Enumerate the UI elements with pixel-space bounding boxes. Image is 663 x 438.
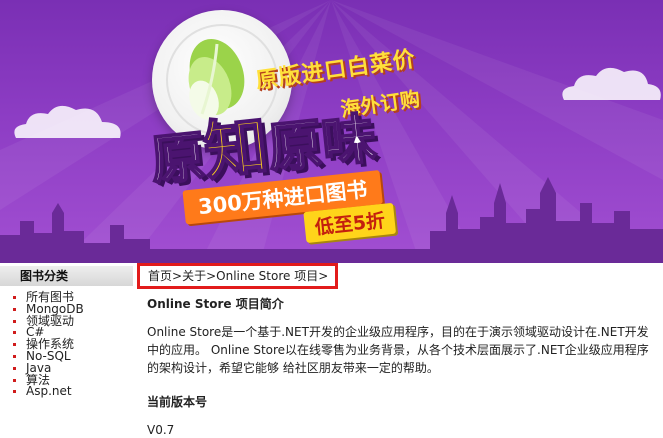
breadcrumb-current: Online Store 项目: [216, 269, 319, 283]
category-item-nosql[interactable]: No-SQL: [0, 350, 133, 363]
breadcrumb-about-link[interactable]: 关于: [182, 269, 206, 283]
promo-banner[interactable]: 原版进口白菜价 海外订购 原知原味 300万种进口图书 低至5折: [0, 0, 663, 263]
category-item-ddd[interactable]: 领域驱动: [0, 315, 133, 328]
cloud-right-graphic: [562, 67, 661, 100]
breadcrumb-separator: >: [206, 269, 217, 283]
breadcrumb: 首页>关于>Online Store 项目>: [137, 263, 338, 289]
sidebar-title: 图书分类: [0, 266, 133, 286]
category-sidebar: 图书分类 所有图书 MongoDB 领域驱动 C# 操作系统 No-SQL Ja…: [0, 266, 133, 398]
breadcrumb-separator: >: [318, 269, 329, 283]
breadcrumb-home-link[interactable]: 首页: [148, 269, 172, 283]
category-item-java[interactable]: Java: [0, 362, 133, 375]
big-title-char-2: 知: [199, 109, 272, 191]
category-item-aspnet[interactable]: Asp.net: [0, 385, 133, 398]
main-content: Online Store 项目简介 Online Store是一个基于.NET开…: [147, 296, 657, 438]
version-value: V0.7: [147, 423, 175, 437]
intro-paragraph: Online Store是一个基于.NET开发的企业级应用程序，目的在于演示领域…: [147, 325, 649, 375]
category-list: 所有图书 MongoDB 领域驱动 C# 操作系统 No-SQL Java 算法…: [0, 291, 133, 398]
section-title: Online Store 项目简介: [147, 297, 284, 311]
version-heading: 当前版本号: [147, 395, 208, 409]
breadcrumb-separator: >: [172, 269, 183, 283]
cloud-left-graphic: [14, 105, 121, 138]
